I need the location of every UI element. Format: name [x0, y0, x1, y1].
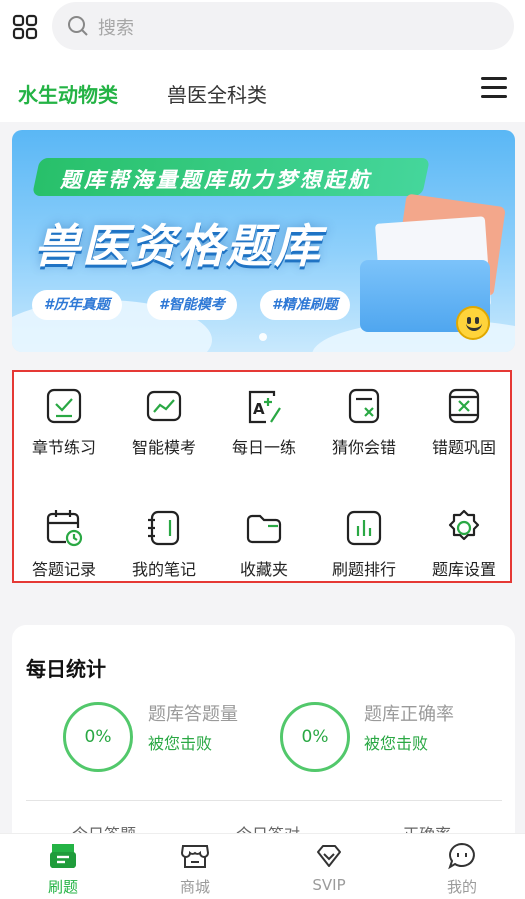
divider — [26, 800, 502, 801]
a-plus-edit-icon: A — [248, 390, 281, 424]
feature-label: 答题记录 — [31, 560, 96, 579]
top-bar: 搜索 水生动物类 兽医全科类 — [0, 0, 525, 122]
trend-chart-icon — [146, 390, 182, 422]
accuracy-label: 题库正确率 — [364, 704, 454, 725]
feature-label: 我的笔记 — [131, 560, 196, 579]
feature-grid: 章节练习 智能模考 A 每日一练 猜你会错 错题巩固 答题记录 我的笔记 收藏夹… — [12, 370, 512, 583]
feature-my-notes[interactable]: 我的笔记 — [114, 508, 214, 580]
feature-bank-settings[interactable]: 题库设置 — [414, 508, 514, 580]
feature-label: 刷题排行 — [331, 560, 396, 579]
banner-tag: #智能模考 — [147, 290, 237, 320]
doc-x-icon — [348, 388, 380, 424]
gear-icon — [448, 509, 480, 541]
feature-label: 每日一练 — [231, 438, 296, 457]
hamburger-menu-icon[interactable] — [481, 77, 507, 101]
feature-chapter-practice[interactable]: 章节练习 — [14, 386, 114, 458]
banner-ribbon-text: 题库帮海量题库助力梦想起航 — [60, 168, 372, 192]
folder-icon — [246, 514, 282, 544]
answer-volume-sub: 被您击败 — [148, 734, 213, 753]
nav-label: 我的 — [446, 878, 477, 896]
calendar-clock-icon — [46, 510, 83, 547]
feature-label: 收藏夹 — [239, 560, 288, 579]
daily-stats-card: 每日统计 0% 题库答题量 被您击败 0% 题库正确率 被您击败 今日答题 今日… — [12, 625, 515, 855]
practice-icon — [50, 844, 76, 868]
feature-error-review[interactable]: 错题巩固 — [414, 386, 514, 458]
tab-general-veterinary[interactable]: 兽医全科类 — [167, 79, 267, 108]
feature-label: 智能模考 — [131, 438, 196, 457]
svg-text:A: A — [253, 400, 265, 418]
search-placeholder: 搜索 — [98, 18, 134, 39]
feature-favorites[interactable]: 收藏夹 — [214, 508, 314, 580]
chat-profile-icon — [448, 842, 475, 870]
stats-title: 每日统计 — [26, 657, 106, 681]
bar-chart-icon — [346, 510, 382, 546]
store-icon — [180, 845, 210, 868]
nav-label: 刷题 — [47, 878, 78, 896]
feature-label: 猜你会错 — [331, 438, 396, 457]
banner-tag: #历年真题 — [32, 290, 122, 320]
error-doc-icon — [448, 388, 480, 424]
nav-store[interactable]: 商城 — [155, 842, 235, 897]
banner-tag: #精准刷题 — [260, 290, 350, 320]
answer-volume-ring: 0% — [63, 702, 133, 772]
app-grid-icon[interactable] — [12, 14, 38, 40]
feature-guess-mistakes[interactable]: 猜你会错 — [314, 386, 414, 458]
accuracy-sub: 被您击败 — [364, 734, 429, 753]
answer-volume-label: 题库答题量 — [148, 704, 238, 725]
checklist-icon — [46, 388, 82, 424]
feature-answer-record[interactable]: 答题记录 — [14, 508, 114, 580]
promo-banner[interactable]: 题库帮海量题库助力梦想起航 兽医资格题库 #历年真题 #智能模考 #精准刷题 — [12, 130, 515, 352]
nav-mine[interactable]: 我的 — [422, 842, 502, 897]
carousel-indicator[interactable] — [259, 326, 267, 345]
nav-label: 商城 — [179, 878, 210, 896]
notebook-icon — [148, 510, 180, 546]
feature-label: 错题巩固 — [431, 438, 496, 457]
nav-practice[interactable]: 刷题 — [23, 842, 103, 897]
banner-title: 兽医资格题库 — [34, 219, 322, 273]
feature-ranking[interactable]: 刷题排行 — [314, 508, 414, 580]
search-icon — [68, 16, 88, 36]
bottom-nav: 刷题 商城 SVIP 我的 — [0, 833, 525, 899]
diamond-icon — [317, 845, 341, 867]
search-input[interactable]: 搜索 — [52, 2, 514, 50]
nav-label: SVIP — [312, 876, 346, 894]
nav-svip[interactable]: SVIP — [289, 842, 369, 894]
tab-aquatic-animals[interactable]: 水生动物类 — [18, 79, 118, 108]
feature-label: 题库设置 — [431, 560, 496, 579]
smiley-icon — [456, 306, 490, 340]
feature-smart-mock-exam[interactable]: 智能模考 — [114, 386, 214, 458]
feature-daily-practice[interactable]: A 每日一练 — [214, 386, 314, 458]
accuracy-ring: 0% — [280, 702, 350, 772]
feature-label: 章节练习 — [31, 438, 96, 457]
